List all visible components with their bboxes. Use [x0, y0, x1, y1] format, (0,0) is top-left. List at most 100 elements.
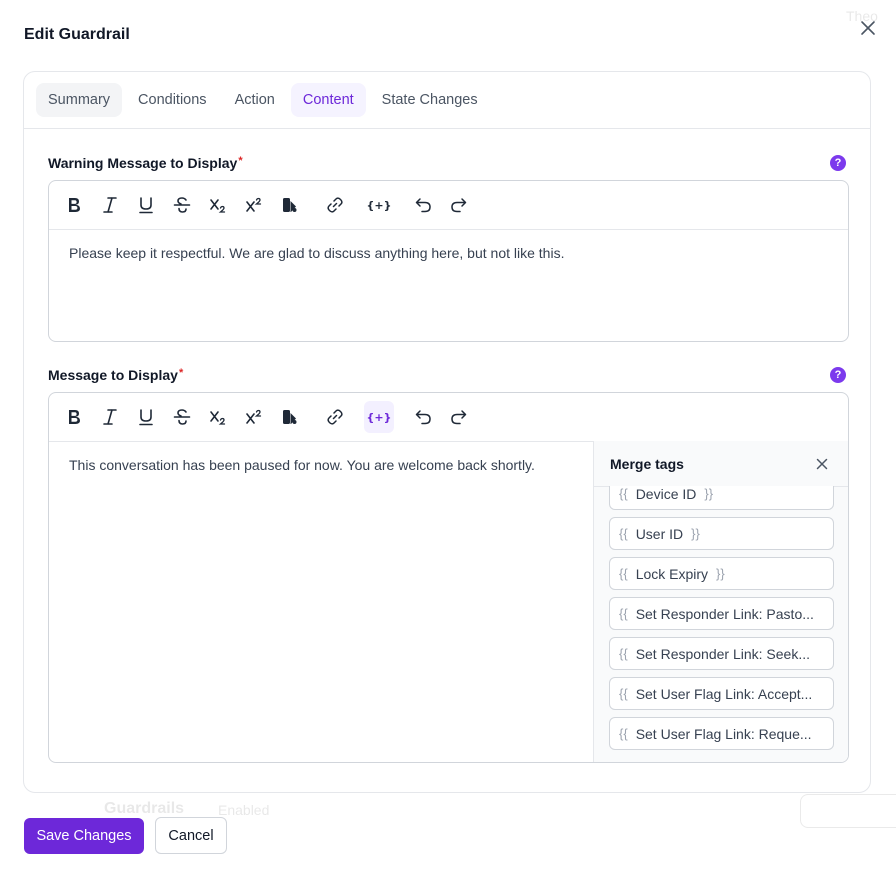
- undo-button[interactable]: [408, 401, 438, 433]
- merge-tags-close-button[interactable]: [812, 455, 832, 473]
- text-color-button[interactable]: [275, 189, 305, 221]
- editor-toolbar: {+}: [49, 181, 848, 230]
- underline-icon: [139, 409, 153, 426]
- merge-tag-label: Lock Expiry: [635, 565, 709, 582]
- close-icon: [816, 458, 828, 470]
- merge-tags-header: Merge tags: [594, 441, 848, 487]
- merge-tag-lock-expiry[interactable]: {{Lock Expiry}}: [609, 557, 834, 590]
- modal-close-button[interactable]: [856, 16, 880, 40]
- underline-button[interactable]: [131, 401, 161, 433]
- close-brace: }}: [691, 526, 700, 541]
- merge-tag-label: Device ID: [635, 486, 697, 502]
- superscript-button[interactable]: [239, 189, 269, 221]
- italic-button[interactable]: [95, 401, 125, 433]
- merge-tag-set-responder-link-pasto[interactable]: {{ Set Responder Link: Pasto...: [609, 597, 834, 630]
- text-color-icon: [283, 198, 297, 212]
- tabs-divider: [24, 128, 870, 129]
- strikethrough-icon: [173, 409, 191, 425]
- strikethrough-button[interactable]: [167, 189, 197, 221]
- merge-tag-button[interactable]: {+}: [364, 401, 394, 433]
- undo-button[interactable]: [408, 189, 438, 221]
- merge-tag-label: User ID: [635, 525, 684, 542]
- redo-icon: [451, 410, 467, 425]
- tab-state-changes[interactable]: State Changes: [370, 83, 490, 117]
- tab-action[interactable]: Action: [223, 83, 287, 117]
- link-button[interactable]: [320, 401, 350, 433]
- modal-title: Edit Guardrail: [24, 26, 130, 43]
- tab-summary[interactable]: Summary: [36, 83, 123, 117]
- link-icon: [327, 409, 343, 425]
- merge-tag-set-user-flag-link-reque[interactable]: {{ Set User Flag Link: Reque...: [609, 717, 834, 750]
- underline-icon: [139, 197, 153, 214]
- undo-icon: [415, 198, 431, 213]
- italic-icon: [103, 197, 117, 213]
- bold-icon: [69, 410, 80, 424]
- open-brace: {{: [619, 726, 628, 741]
- link-button[interactable]: [320, 189, 350, 221]
- text-color-button[interactable]: [275, 401, 305, 433]
- edit-guardrail-modal: Edit Guardrail Summary Conditions Action…: [0, 0, 896, 878]
- merge-tag-icon: {+}: [366, 410, 392, 424]
- bold-button[interactable]: [59, 189, 89, 221]
- open-brace: {{: [619, 566, 628, 581]
- help-icon[interactable]: ?: [830, 155, 846, 171]
- bold-icon: [69, 198, 80, 212]
- subscript-button[interactable]: [203, 401, 233, 433]
- merge-tag-button[interactable]: {+}: [364, 189, 394, 221]
- undo-icon: [415, 410, 431, 425]
- warning-field-label: Warning Message to Display*: [48, 155, 243, 171]
- merge-tags-panel: Merge tags {{ Device ID}} {{ User ID}} {{ L…: [593, 441, 848, 762]
- redo-button[interactable]: [444, 189, 474, 221]
- tab-bar: Summary Conditions Action Content State …: [36, 83, 490, 117]
- strikethrough-icon: [173, 197, 191, 213]
- merge-tag-label: Set User Flag Link: Reque...: [635, 725, 812, 742]
- strikethrough-button[interactable]: [167, 401, 197, 433]
- required-marker: *: [238, 155, 243, 167]
- link-icon: [327, 197, 343, 213]
- close-brace: }}: [704, 486, 714, 501]
- text-color-icon: [283, 410, 297, 424]
- subscript-icon: [210, 199, 226, 213]
- merge-tag-user-id[interactable]: {{ User ID}}: [609, 517, 834, 550]
- bold-button[interactable]: [59, 401, 89, 433]
- underline-button[interactable]: [131, 189, 161, 221]
- merge-tag-label: Set Responder Link: Seek...: [635, 645, 811, 662]
- required-marker: *: [178, 367, 184, 379]
- italic-icon: [103, 409, 117, 425]
- editor-toolbar: {+}: [49, 393, 848, 442]
- superscript-icon: [246, 409, 262, 424]
- merge-tag-set-responder-link-seek[interactable]: {{ Set Responder Link: Seek...: [609, 637, 834, 670]
- display-message-editor[interactable]: {+} This conversation has been paused fo…: [48, 392, 849, 763]
- warning-label-text: Warning Message to Display: [48, 155, 238, 171]
- guardrail-card: Summary Conditions Action Content State …: [23, 71, 871, 793]
- open-brace: {{: [619, 686, 628, 701]
- open-brace: {{: [619, 606, 628, 621]
- tab-conditions[interactable]: Conditions: [126, 83, 219, 117]
- cancel-button[interactable]: Cancel: [155, 817, 227, 854]
- merge-tag-set-user-flag-link-accept[interactable]: {{ Set User Flag Link: Accept...: [609, 677, 834, 710]
- save-changes-button[interactable]: Save Changes: [24, 818, 144, 854]
- merge-tag-icon: {+}: [366, 198, 392, 212]
- redo-icon: [451, 198, 467, 213]
- merge-tag-device-id[interactable]: {{ Device ID}}: [609, 486, 834, 510]
- subscript-icon: [210, 411, 226, 425]
- superscript-icon: [246, 197, 262, 212]
- display-message-text[interactable]: This conversation has been paused for no…: [69, 457, 535, 473]
- merge-tag-label: Set Responder Link: Pasto...: [635, 605, 814, 622]
- merge-tag-label: Set User Flag Link: Accept...: [635, 685, 813, 702]
- tab-content[interactable]: Content: [290, 83, 366, 117]
- subscript-button[interactable]: [203, 189, 233, 221]
- help-icon[interactable]: ?: [830, 367, 846, 383]
- warning-message-text[interactable]: Please keep it respectful. We are glad t…: [69, 245, 564, 261]
- redo-button[interactable]: [444, 401, 474, 433]
- open-brace: {{: [619, 486, 628, 501]
- open-brace: {{: [619, 526, 628, 541]
- superscript-button[interactable]: [239, 401, 269, 433]
- message-field-label: Message to Display*: [48, 367, 183, 383]
- warning-message-editor[interactable]: {+} Please keep it respectful. We are gl…: [48, 180, 849, 342]
- open-brace: {{: [619, 646, 628, 661]
- close-icon: [861, 21, 875, 35]
- merge-tags-title: Merge tags: [610, 456, 684, 472]
- italic-button[interactable]: [95, 189, 125, 221]
- merge-tags-list: {{ Device ID}} {{ User ID}} {{ Lock Expiry}…: [594, 486, 848, 762]
